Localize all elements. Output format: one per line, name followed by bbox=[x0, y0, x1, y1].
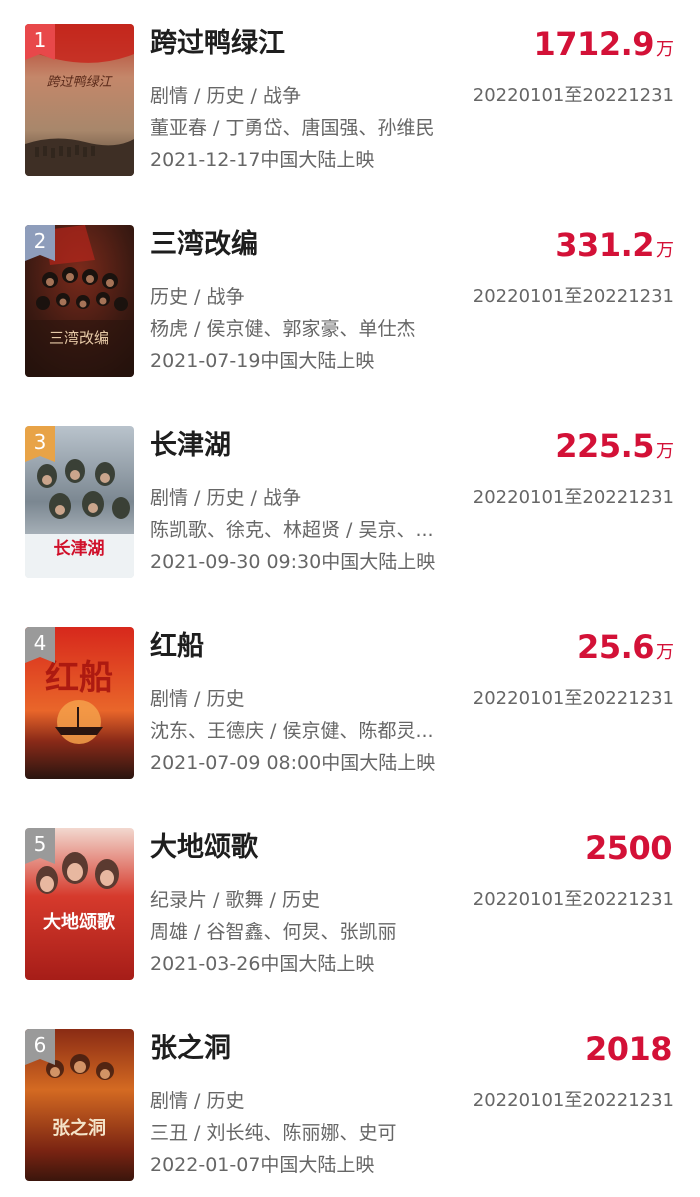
release-info: 2022-01-07中国大陆上映 bbox=[150, 1154, 375, 1176]
movie-item[interactable]: 大地颂歌 5 大地颂歌 2500 纪录片 / 歌舞 / 历史 20220101至… bbox=[0, 828, 700, 980]
movie-poster[interactable]: 大地颂歌 5 bbox=[25, 828, 134, 980]
stat-period: 20220101至20221231 bbox=[472, 85, 674, 106]
poster-title: 红船 bbox=[45, 658, 113, 698]
movie-item[interactable]: 跨过鸭绿江 1 跨过鸭绿江 1712.9 万 剧情 / 历史 / 战争 20220… bbox=[0, 24, 700, 176]
movie-poster[interactable]: 三湾改编 2 bbox=[25, 225, 134, 377]
rank-number: 6 bbox=[33, 1033, 47, 1057]
rank-badge: 2 bbox=[25, 225, 57, 262]
movie-genres: 剧情 / 历史 bbox=[150, 688, 245, 710]
movie-genres: 剧情 / 历史 / 战争 bbox=[150, 85, 301, 107]
movie-poster[interactable]: 张之洞 6 bbox=[25, 1029, 134, 1181]
stat-period: 20220101至20221231 bbox=[472, 889, 674, 910]
movie-cast: 陈凯歌、徐克、林超贤 / 吴京、... bbox=[150, 519, 434, 541]
movie-cast: 董亚春 / 丁勇岱、唐国强、孙维民 bbox=[150, 117, 435, 139]
box-office-value: 25.6 bbox=[577, 628, 654, 666]
stat-period: 20220101至20221231 bbox=[472, 487, 674, 508]
release-info: 2021-07-19中国大陆上映 bbox=[150, 350, 375, 372]
poster-title: 长津湖 bbox=[54, 538, 105, 559]
box-office-value: 225.5 bbox=[555, 427, 654, 465]
box-office-unit: 万 bbox=[656, 441, 674, 462]
movie-genres: 纪录片 / 歌舞 / 历史 bbox=[150, 889, 320, 911]
box-office: 2018 bbox=[585, 1029, 674, 1075]
release-info: 2021-12-17中国大陆上映 bbox=[150, 149, 375, 171]
rank-number: 2 bbox=[33, 229, 47, 253]
box-office: 25.6 万 bbox=[577, 627, 674, 673]
rank-number: 3 bbox=[33, 430, 47, 454]
rank-number: 4 bbox=[33, 631, 47, 655]
movie-title[interactable]: 大地颂歌 bbox=[150, 828, 258, 868]
box-office-value: 331.2 bbox=[555, 226, 654, 264]
box-office: 225.5 万 bbox=[555, 426, 674, 472]
poster-title: 张之洞 bbox=[52, 1117, 106, 1139]
stat-period: 20220101至20221231 bbox=[472, 1090, 674, 1111]
movie-cast: 三丑 / 刘长纯、陈丽娜、史可 bbox=[150, 1122, 397, 1144]
box-office: 331.2 万 bbox=[555, 225, 674, 271]
box-office-unit: 万 bbox=[656, 240, 674, 261]
movie-poster[interactable]: 红船 4 bbox=[25, 627, 134, 779]
movie-cast: 沈东、王德庆 / 侯京健、陈都灵... bbox=[150, 720, 434, 742]
rank-number: 5 bbox=[33, 832, 47, 856]
movie-cast: 杨虎 / 侯京健、郭家豪、单仕杰 bbox=[150, 318, 416, 340]
release-info: 2021-07-09 08:00中国大陆上映 bbox=[150, 752, 436, 774]
box-office-value: 2018 bbox=[584, 1030, 673, 1068]
rank-badge: 3 bbox=[25, 426, 57, 463]
box-office-value: 1712.9 bbox=[533, 25, 655, 63]
movie-genres: 历史 / 战争 bbox=[150, 286, 245, 308]
stat-period: 20220101至20221231 bbox=[472, 286, 674, 307]
movie-item[interactable]: 红船 4 红船 25.6 万 剧情 / 历史 20220101至20221231 … bbox=[0, 627, 700, 779]
release-info: 2021-03-26中国大陆上映 bbox=[150, 953, 375, 975]
box-office-value: 2500 bbox=[584, 829, 673, 867]
movie-item[interactable]: 长津湖 3 长津湖 225.5 万 剧情 / 历史 / 战争 20220101至2… bbox=[0, 426, 700, 578]
rank-badge: 1 bbox=[25, 24, 57, 61]
box-office-unit: 万 bbox=[656, 39, 674, 60]
poster-title: 跨过鸭绿江 bbox=[46, 75, 113, 90]
movie-genres: 剧情 / 历史 bbox=[150, 1090, 245, 1112]
movie-title[interactable]: 长津湖 bbox=[150, 426, 231, 466]
movie-title[interactable]: 三湾改编 bbox=[150, 225, 258, 265]
poster-title: 大地颂歌 bbox=[43, 911, 116, 933]
movie-item[interactable]: 张之洞 6 张之洞 2018 剧情 / 历史 20220101至20221231… bbox=[0, 1029, 700, 1181]
rank-badge: 6 bbox=[25, 1029, 57, 1066]
movie-title[interactable]: 张之洞 bbox=[150, 1029, 231, 1069]
poster-title: 三湾改编 bbox=[49, 329, 109, 347]
movie-poster[interactable]: 跨过鸭绿江 1 bbox=[25, 24, 134, 176]
box-office-unit: 万 bbox=[656, 642, 674, 663]
release-info: 2021-09-30 09:30中国大陆上映 bbox=[150, 551, 436, 573]
stat-period: 20220101至20221231 bbox=[472, 688, 674, 709]
rank-number: 1 bbox=[33, 28, 47, 52]
movie-genres: 剧情 / 历史 / 战争 bbox=[150, 487, 301, 509]
movie-title[interactable]: 红船 bbox=[150, 627, 204, 667]
rank-badge: 4 bbox=[25, 627, 57, 664]
movie-item[interactable]: 三湾改编 2 三湾改编 331.2 万 历史 / 战争 20220101至2022… bbox=[0, 225, 700, 377]
box-office: 2500 bbox=[585, 828, 674, 874]
movie-title[interactable]: 跨过鸭绿江 bbox=[150, 24, 285, 64]
box-office: 1712.9 万 bbox=[534, 24, 674, 70]
movie-poster[interactable]: 长津湖 3 bbox=[25, 426, 134, 578]
movie-cast: 周雄 / 谷智鑫、何炅、张凯丽 bbox=[150, 921, 397, 943]
rank-badge: 5 bbox=[25, 828, 57, 865]
